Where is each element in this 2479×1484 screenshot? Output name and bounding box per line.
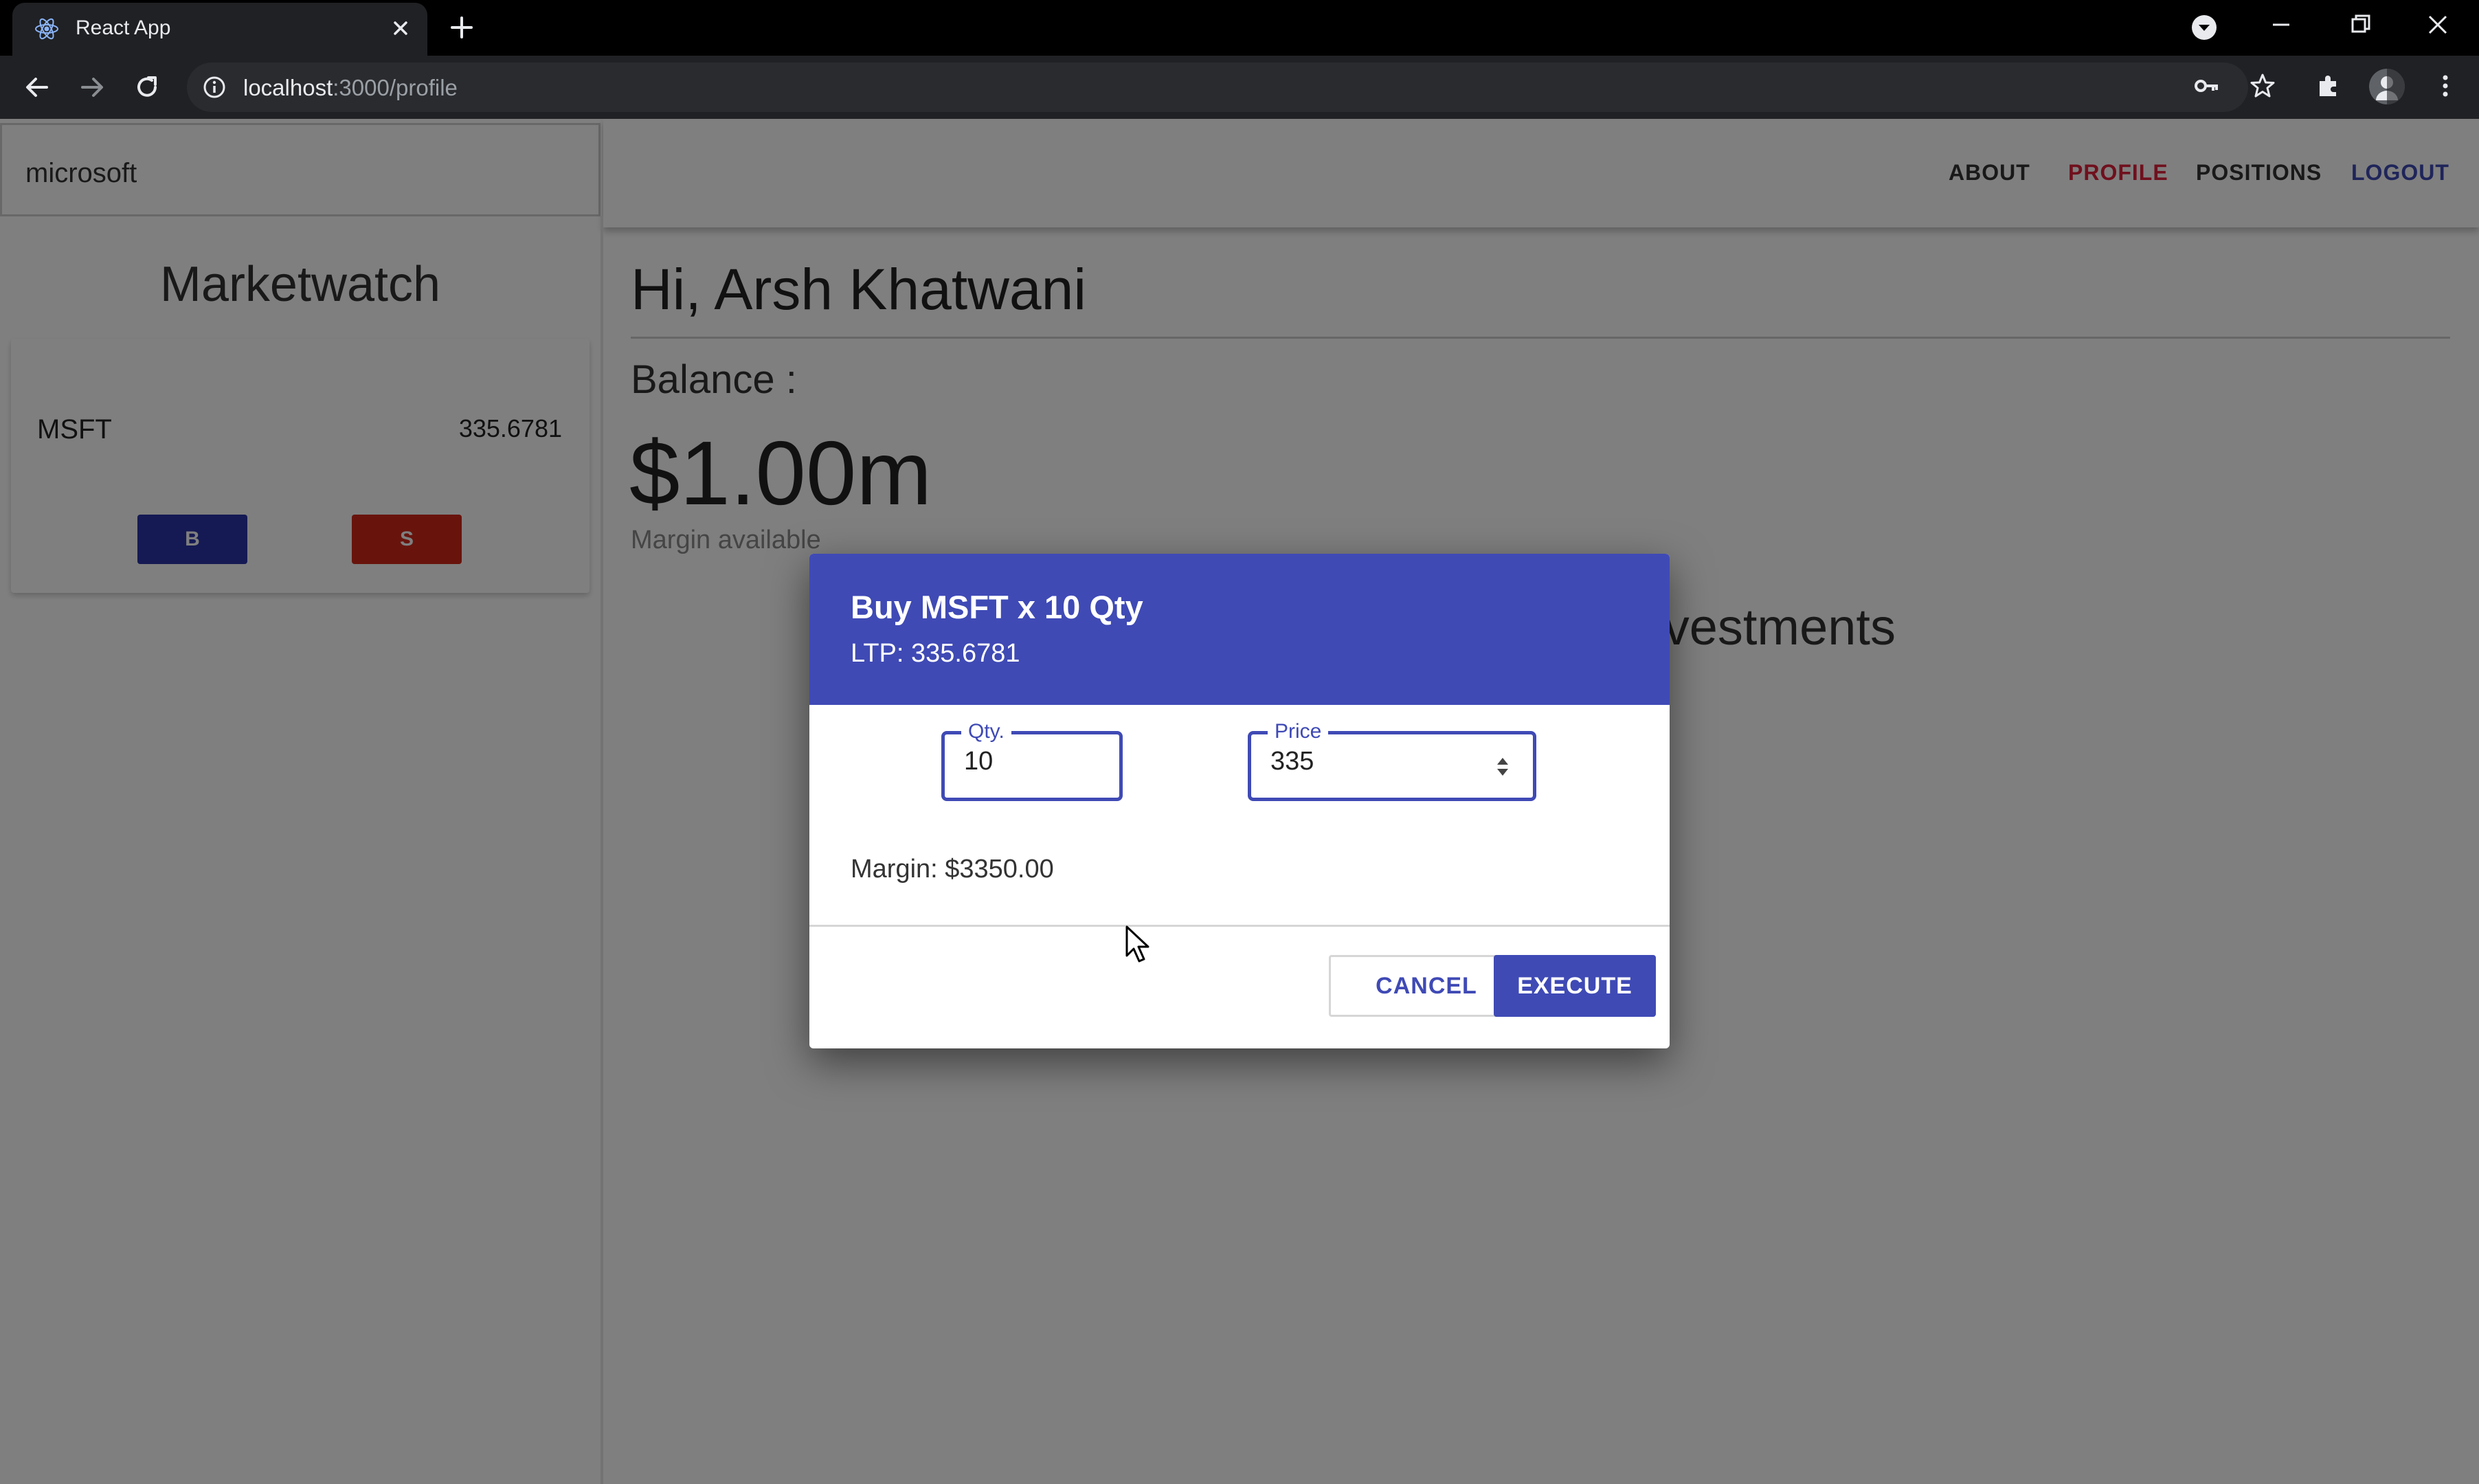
back-arrow-icon[interactable] <box>21 71 54 104</box>
address-bar[interactable]: localhost:3000/profile <box>187 63 2248 112</box>
dialog-title: Buy MSFT x 10 Qty <box>851 589 1143 625</box>
qty-field[interactable]: Qty. <box>941 719 1123 801</box>
tab-search-icon[interactable] <box>2189 12 2219 43</box>
minimize-icon[interactable] <box>2266 10 2296 40</box>
page: microsoft ABOUT PROFILE POSITIONS LOGOUT… <box>0 119 2479 1484</box>
dialog-ltp: LTP: 335.6781 <box>851 639 1020 668</box>
forward-arrow-icon[interactable] <box>76 71 109 104</box>
dialog-divider <box>809 925 1670 927</box>
browser-tab-strip: React App <box>0 0 2479 56</box>
key-icon[interactable] <box>2192 71 2221 100</box>
restore-icon[interactable] <box>2346 10 2376 40</box>
url-host: localhost <box>243 75 333 100</box>
new-tab-icon[interactable] <box>448 14 475 41</box>
tab-title: React App <box>76 16 171 39</box>
browser-tab[interactable]: React App <box>12 3 427 56</box>
info-icon[interactable] <box>202 75 227 100</box>
price-field[interactable]: Price <box>1248 719 1536 801</box>
margin-required: Margin: $3350.00 <box>851 855 1054 884</box>
avatar-icon <box>2369 69 2405 104</box>
react-logo-icon <box>35 18 58 40</box>
price-input[interactable] <box>1270 747 1477 776</box>
more-vert-icon[interactable] <box>2431 71 2460 100</box>
close-icon[interactable] <box>388 15 414 41</box>
execute-button[interactable]: EXECUTE <box>1494 955 1656 1017</box>
reload-icon[interactable] <box>131 71 164 104</box>
dialog-header: Buy MSFT x 10 Qty LTP: 335.6781 <box>809 554 1670 705</box>
url-text: localhost:3000/profile <box>243 75 458 101</box>
qty-input[interactable] <box>964 747 1101 776</box>
price-label: Price <box>1268 719 1329 744</box>
order-dialog: Buy MSFT x 10 Qty LTP: 335.6781 Qty. Pri… <box>809 554 1670 1048</box>
mouse-cursor-icon <box>1125 925 1149 963</box>
star-icon[interactable] <box>2248 71 2277 100</box>
window-close-icon[interactable] <box>2423 10 2453 40</box>
number-spinner-icon[interactable] <box>1493 752 1512 781</box>
qty-label: Qty. <box>961 719 1011 744</box>
browser-toolbar: localhost:3000/profile <box>0 56 2479 119</box>
extensions-icon[interactable] <box>2314 71 2343 100</box>
profile-avatar[interactable] <box>2369 69 2405 104</box>
url-path: :3000/profile <box>333 75 458 100</box>
